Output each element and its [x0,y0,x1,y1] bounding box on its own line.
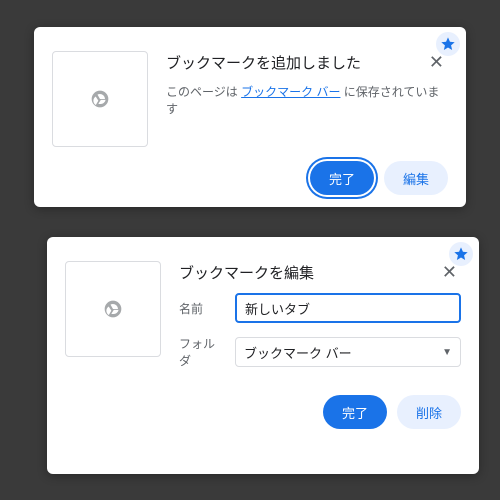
star-icon [449,242,473,266]
favicon-thumbnail [65,261,161,357]
saved-location-text: このページは ブックマーク バー に保存されています [166,83,448,117]
folder-select[interactable]: ブックマーク バー ▼ [235,337,461,367]
delete-button[interactable]: 削除 [397,395,461,429]
bookmark-bar-link[interactable]: ブックマーク バー [241,85,340,99]
bookmark-added-dialog: ブックマークを追加しました ✕ このページは ブックマーク バー に保存されてい… [34,27,466,207]
dialog-title: ブックマークを編集 [179,262,314,283]
done-button[interactable]: 完了 [310,161,374,195]
star-icon [436,32,460,56]
favicon-thumbnail [52,51,148,147]
dialog-title: ブックマークを追加しました [166,52,361,73]
bookmark-edit-dialog: ブックマークを編集 ✕ 名前 フォルダ ブックマーク バー ▼ 完了 削除 [47,237,479,474]
chrome-icon [90,89,110,109]
name-label: 名前 [179,300,221,317]
folder-label: フォルダ [179,335,221,369]
edit-button[interactable]: 編集 [384,161,448,195]
folder-value: ブックマーク バー [244,343,352,362]
chevron-down-icon: ▼ [442,347,452,358]
chrome-icon [103,299,123,319]
name-field[interactable] [235,293,461,323]
done-button[interactable]: 完了 [323,395,387,429]
